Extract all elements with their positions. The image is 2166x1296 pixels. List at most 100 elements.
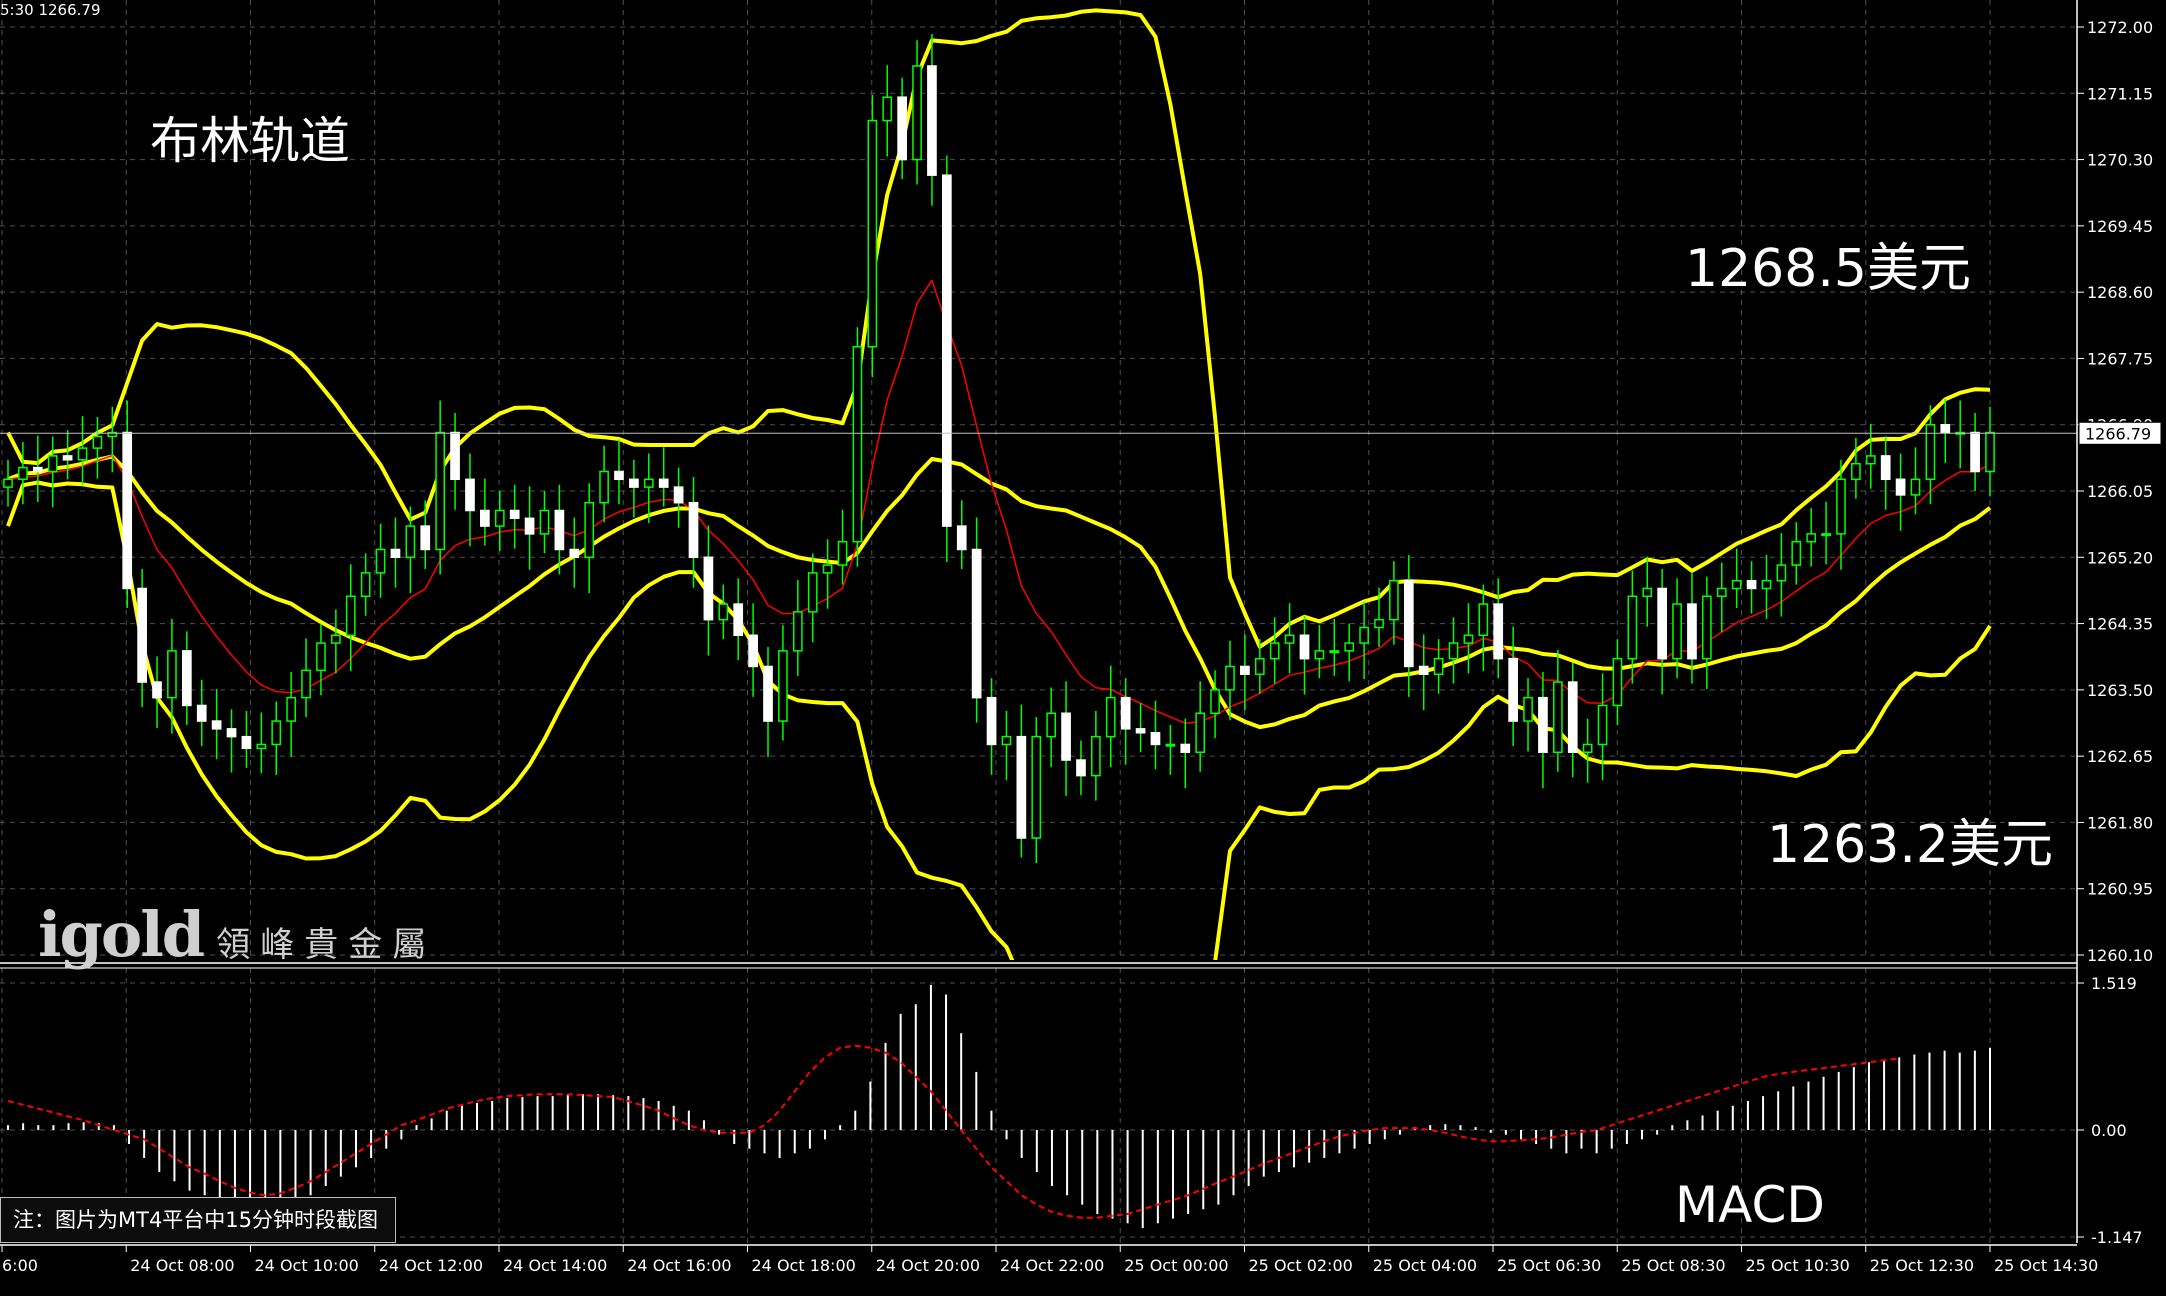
candle-body (1880, 455, 1891, 481)
candle-body (1508, 657, 1518, 722)
logo-sub: 領峰貴金屬 (216, 925, 437, 965)
note-box: 注：图片为MT4平台中15分钟时段截图 (0, 1197, 396, 1243)
candle-body (1120, 696, 1131, 730)
price-tick-label: 1264.35 (2087, 615, 2153, 634)
candle-body (137, 587, 147, 683)
price-tick-label: 1260.95 (2087, 880, 2153, 899)
candle-body (211, 720, 222, 730)
candle-body (62, 455, 73, 461)
candle-body (1359, 626, 1369, 644)
candle-body (1254, 657, 1265, 676)
candle-body (778, 650, 788, 722)
candle-body (1985, 431, 1995, 473)
candle-body (241, 735, 252, 750)
macd-tick-label: 0.00 (2091, 1121, 2127, 1140)
header-info: 5:30 1266.79 (0, 1, 101, 19)
candle-body (1240, 665, 1250, 676)
price-tick-label: 1265.20 (2087, 548, 2153, 567)
time-tick-label: 24 Oct 10:00 (255, 1256, 359, 1275)
candle-body (226, 728, 237, 738)
candle-body (1031, 735, 1042, 839)
candle-body (1135, 728, 1146, 734)
time-tick-label: 24 Oct 14:00 (503, 1256, 607, 1275)
candle-body (1389, 579, 1399, 621)
candle-body (494, 509, 505, 527)
price-tick-label: 1267.75 (2087, 349, 2153, 368)
candle-body (912, 65, 922, 161)
candle-body (748, 634, 758, 668)
price-tick-label: 1271.15 (2087, 84, 2153, 103)
upper-target-label: 1268.5美元 (1685, 239, 1971, 299)
candle-body (405, 525, 416, 559)
candle-body (435, 431, 446, 551)
chart-title: 布林轨道 (150, 112, 350, 170)
candle-body (792, 611, 803, 652)
candle-body (867, 119, 878, 348)
candle-body (375, 548, 386, 574)
candle-body (524, 517, 535, 535)
price-tick-label: 1263.50 (2087, 681, 2153, 700)
candle-body (763, 665, 773, 722)
candle-body (1016, 735, 1027, 839)
candle-body (822, 564, 833, 574)
time-tick-label: 25 Oct 02:00 (1249, 1256, 1353, 1275)
candle-body (569, 548, 580, 559)
candle-body (1627, 595, 1638, 660)
candle-body (77, 447, 88, 461)
candle-body (32, 466, 43, 473)
candle-body (122, 431, 133, 590)
macd-tick-label: 1.519 (2091, 974, 2137, 993)
candle-body (360, 572, 371, 598)
candle-body (1806, 533, 1817, 543)
price-tick-label: 1261.80 (2087, 813, 2153, 832)
candle-body (331, 634, 341, 644)
candle-body (1910, 478, 1921, 496)
time-tick-label: 25 Oct 06:30 (1497, 1256, 1601, 1275)
candle-body (1612, 657, 1623, 707)
candle-body (1746, 579, 1757, 590)
candle-body (688, 501, 699, 559)
candle-body (599, 470, 609, 504)
candle-body (420, 525, 431, 551)
candle-body (18, 466, 28, 481)
candle-body (1597, 704, 1608, 746)
candle-body (1716, 587, 1727, 598)
candle-body (1582, 743, 1593, 753)
candle-body (986, 696, 997, 746)
candle-body (480, 509, 490, 527)
candle-body (1403, 579, 1414, 668)
candle-body (554, 509, 565, 551)
price-tick-label: 1268.60 (2087, 283, 2153, 302)
candle-body (509, 509, 520, 520)
candle-body (971, 548, 982, 699)
candle-body (614, 470, 624, 481)
candle-body (1210, 689, 1220, 715)
candle-body (1552, 681, 1563, 753)
candle-body (584, 501, 595, 559)
candle-body (256, 743, 267, 750)
candle-body (1851, 462, 1861, 481)
candle-body (1225, 665, 1235, 691)
candle-body (1776, 564, 1787, 582)
candle-body (1448, 642, 1459, 660)
candle-body (47, 455, 58, 473)
time-tick-label: 24 Oct 12:00 (379, 1256, 483, 1275)
candle-body (271, 720, 282, 746)
candle-body (1672, 603, 1682, 660)
price-tick-label: 1260.10 (2087, 946, 2153, 965)
candle-body (1344, 642, 1355, 652)
time-tick-label: 25 Oct 10:30 (1746, 1256, 1850, 1275)
macd-label: MACD (1675, 1176, 1825, 1234)
candle-body (882, 96, 893, 122)
candle-body (807, 572, 818, 613)
time-tick-label: 25 Oct 14:30 (1994, 1256, 2098, 1275)
candle-body (390, 548, 401, 559)
candle-body (733, 603, 744, 637)
price-tick-label: 1269.45 (2087, 217, 2153, 236)
candle-body (1478, 603, 1489, 637)
candle-body (1180, 743, 1191, 753)
time-tick-label: 24 Oct 18:00 (752, 1256, 856, 1275)
candle-body (181, 650, 192, 707)
candle-body (286, 696, 296, 722)
candle-body (92, 435, 103, 449)
